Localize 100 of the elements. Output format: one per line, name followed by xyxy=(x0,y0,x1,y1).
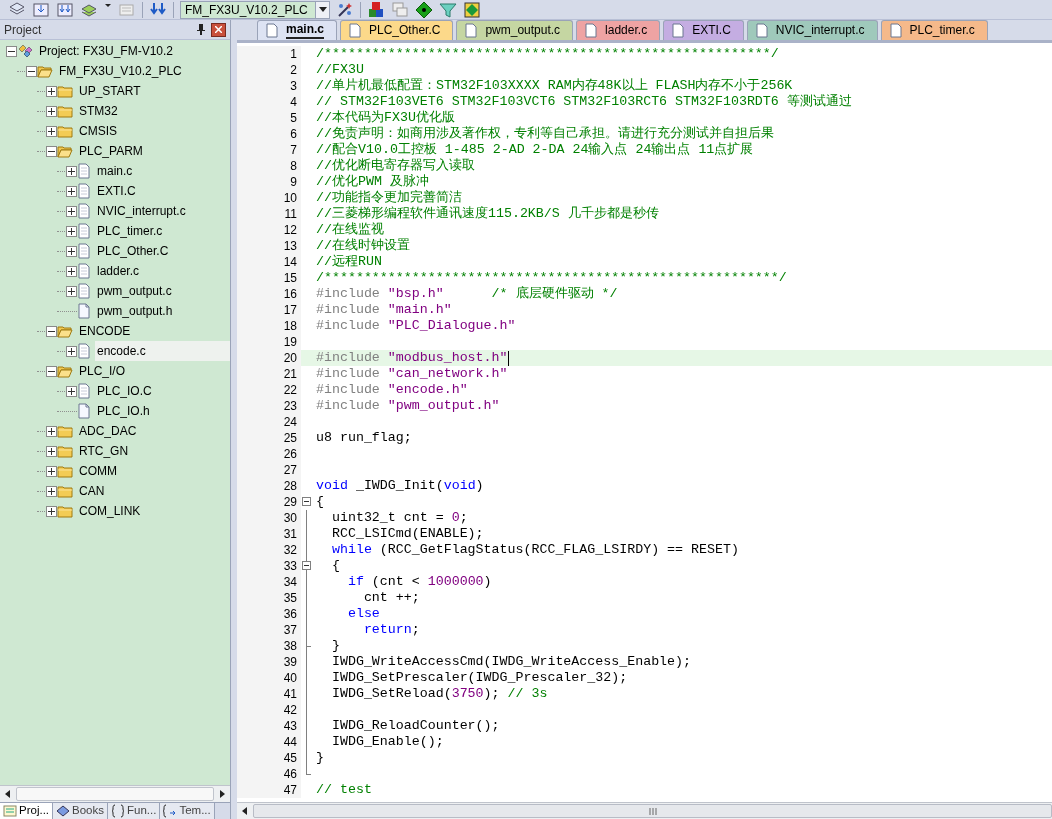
editor-tab[interactable]: EXTI.C xyxy=(663,20,744,40)
code-line: } xyxy=(315,750,324,766)
code-line: IWDG_SetReload(3750); // 3s xyxy=(330,686,548,702)
tree-item[interactable]: RTC_GN xyxy=(77,441,131,461)
expander-toggle[interactable] xyxy=(66,225,77,237)
plus-icon xyxy=(68,247,75,255)
folder-icon xyxy=(57,443,73,459)
folder-icon xyxy=(57,123,73,139)
line-number: 30 xyxy=(283,510,297,526)
tree-item[interactable]: CMSIS xyxy=(77,121,119,141)
tree-item[interactable]: CAN xyxy=(77,481,107,501)
expander-toggle[interactable] xyxy=(66,245,77,257)
line-number: 19 xyxy=(283,334,297,350)
expander-toggle[interactable] xyxy=(46,85,57,97)
editor-tab[interactable]: main.c xyxy=(257,20,337,40)
tree-item[interactable]: ladder.c xyxy=(95,261,142,281)
line-number: 31 xyxy=(283,526,297,542)
tree-item[interactable]: UP_START xyxy=(77,81,143,101)
tree-item[interactable]: pwm_output.h xyxy=(95,301,175,321)
tree-item[interactable]: ADC_DAC xyxy=(77,421,139,441)
tree-item[interactable]: EXTI.C xyxy=(95,181,138,201)
expander-toggle[interactable] xyxy=(46,425,57,437)
plus-icon xyxy=(48,127,55,135)
expander-toggle[interactable] xyxy=(66,165,77,177)
expander-toggle[interactable] xyxy=(6,45,17,57)
code-line: //三菱梯形编程软件通讯速度115.2KB/S 几千步都是秒传 xyxy=(315,206,659,222)
editor-tab[interactable]: pwm_output.c xyxy=(456,20,574,40)
tree-item[interactable]: PLC_IO.C xyxy=(95,381,154,401)
tree-item[interactable]: PLC_IO.h xyxy=(95,401,152,421)
tree-item[interactable]: STM32 xyxy=(77,101,120,121)
expander-toggle[interactable] xyxy=(46,465,57,477)
expander-toggle[interactable] xyxy=(46,485,57,497)
file-icon xyxy=(465,23,478,38)
expander-toggle[interactable] xyxy=(66,285,77,297)
editor-tab[interactable]: NVIC_interrupt.c xyxy=(746,20,878,40)
braces-icon xyxy=(111,804,125,818)
expander-toggle[interactable] xyxy=(46,105,57,117)
panel-tab[interactable]: Fun... xyxy=(108,803,161,819)
tree-item[interactable]: encode.c xyxy=(95,341,230,361)
tree-item[interactable]: PLC_Other.C xyxy=(95,241,171,261)
editor-tab[interactable]: PLC_timer.c xyxy=(880,20,988,40)
expander-toggle[interactable] xyxy=(46,125,57,137)
fold-minus-icon[interactable] xyxy=(302,561,311,570)
line-number: 20 xyxy=(283,350,297,366)
plus-icon xyxy=(48,487,55,495)
tree-item[interactable]: ENCODE xyxy=(77,321,133,341)
tree-item[interactable]: Project: FX3U_FM-V10.2 xyxy=(37,41,176,61)
code-line: // test xyxy=(315,782,372,798)
folder-icon xyxy=(57,483,73,499)
pin-icon[interactable] xyxy=(197,24,205,35)
plus-icon xyxy=(48,467,55,475)
expander-toggle[interactable] xyxy=(66,205,77,217)
editor-tab[interactable]: PLC_Other.C xyxy=(340,20,454,40)
horizontal-scrollbar[interactable] xyxy=(0,785,230,802)
expander-toggle[interactable] xyxy=(46,505,57,517)
expander-toggle[interactable] xyxy=(66,185,77,197)
chip-icon[interactable] xyxy=(463,0,481,19)
expander-toggle[interactable] xyxy=(46,445,57,457)
code-line: IWDG_SetPrescaler(IWDG_Prescaler_32); xyxy=(330,670,628,686)
tree-item[interactable]: NVIC_interrupt.c xyxy=(95,201,188,221)
fold-minus-icon[interactable] xyxy=(302,497,311,506)
tree-item[interactable]: PLC_timer.c xyxy=(95,221,165,241)
expander-toggle[interactable] xyxy=(26,65,37,77)
line-number: 11 xyxy=(284,206,297,222)
horizontal-scrollbar[interactable] xyxy=(237,802,1052,819)
file-icon xyxy=(77,223,91,239)
close-button[interactable] xyxy=(211,22,226,37)
tree-item[interactable]: COMM xyxy=(77,461,119,481)
funnel-icon[interactable] xyxy=(439,0,457,19)
expander-toggle[interactable] xyxy=(66,345,77,357)
line-number: 40 xyxy=(283,670,297,686)
editor-tab[interactable]: ladder.c xyxy=(576,20,661,40)
panel-tab[interactable]: Tem... xyxy=(160,803,215,819)
line-number: 18 xyxy=(283,318,297,334)
code-line: u8 run_flag; xyxy=(315,430,412,446)
diamond-icon[interactable] xyxy=(415,0,433,19)
expander-toggle[interactable] xyxy=(46,325,57,337)
target-dropdown[interactable]: FM_FX3U_V10.2_PLC xyxy=(180,0,330,19)
panel-tab[interactable]: Books xyxy=(53,803,108,819)
code-line: } xyxy=(330,638,340,654)
tree-item[interactable]: main.c xyxy=(95,161,135,181)
code-line: // STM32F103VET6 STM32F103VCT6 STM32F103RCT6 STM32F103RDT6 等测试通过 xyxy=(315,94,852,110)
tree-item[interactable]: FM_FX3U_V10.2_PLC xyxy=(57,61,184,81)
expander-toggle[interactable] xyxy=(46,365,57,377)
code-line: /*********************************************************/ xyxy=(315,270,787,286)
panel-tab[interactable]: Proj... xyxy=(0,803,54,819)
line-number: 1 xyxy=(290,46,297,62)
tree-item[interactable]: PLC_PARM xyxy=(77,141,145,161)
file-icon xyxy=(77,243,91,259)
blocks-icon[interactable] xyxy=(367,0,385,19)
code-line: uint32_t cnt = 0; xyxy=(330,510,468,526)
tree-item[interactable]: PLC_I/O xyxy=(77,361,128,381)
expander-toggle[interactable] xyxy=(46,145,57,157)
code-line: if (cnt < 1000000) xyxy=(346,574,492,590)
code-line: IWDG_ReloadCounter(); xyxy=(330,718,500,734)
line-number: 44 xyxy=(283,734,297,750)
expander-toggle[interactable] xyxy=(66,385,77,397)
tree-item[interactable]: pwm_output.c xyxy=(95,281,174,301)
tree-item[interactable]: COM_LINK xyxy=(77,501,143,521)
expander-toggle[interactable] xyxy=(66,265,77,277)
